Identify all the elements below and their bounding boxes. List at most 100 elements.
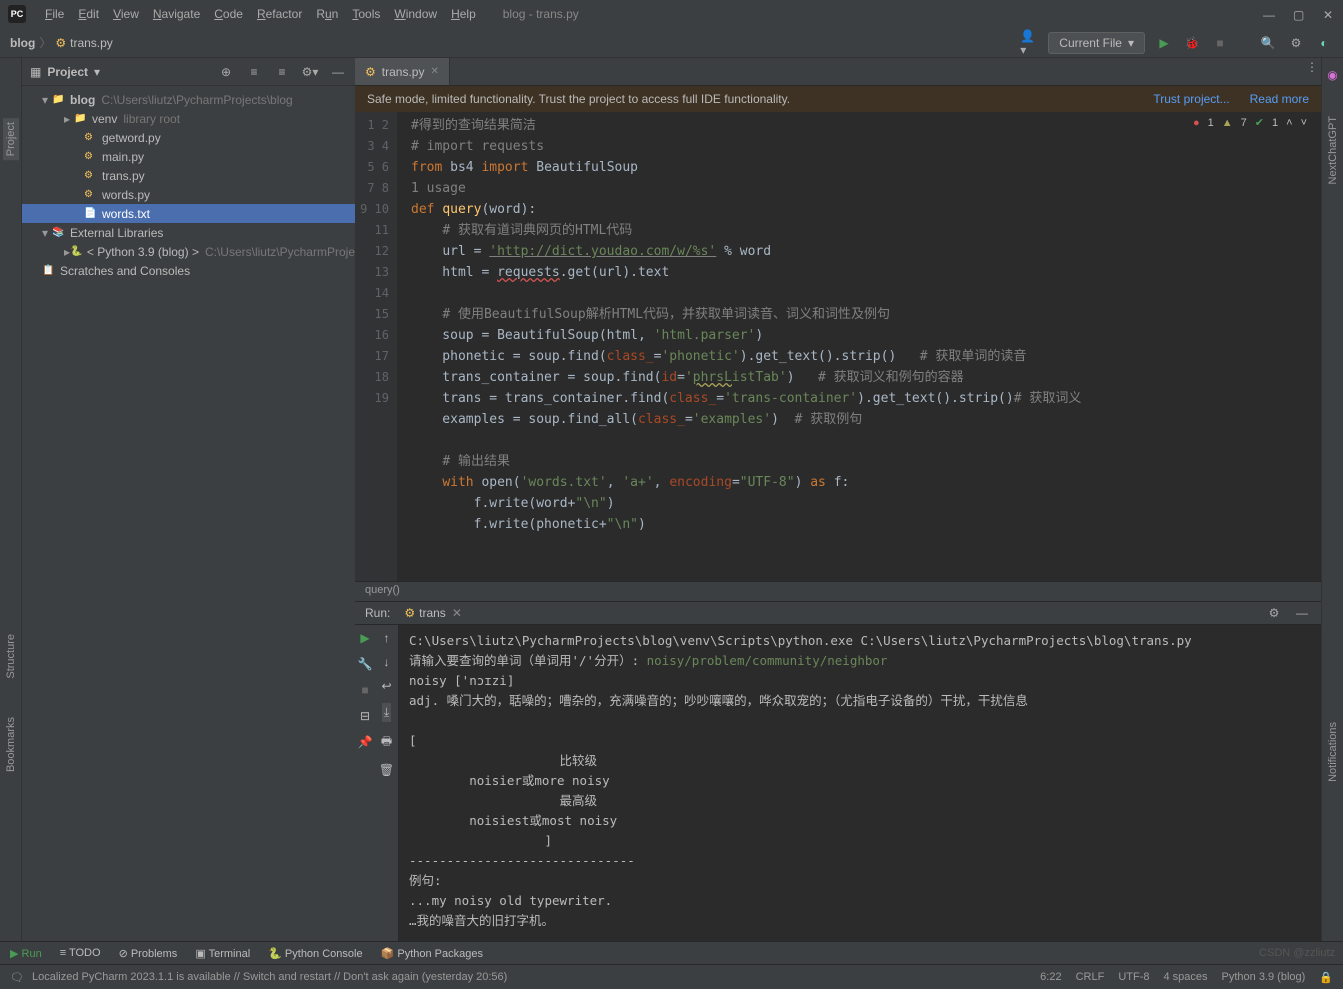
tree-file[interactable]: ⚙trans.py — [22, 166, 355, 185]
caret-position[interactable]: 6:22 — [1040, 971, 1061, 984]
indent-setting[interactable]: 4 spaces — [1163, 971, 1207, 984]
editor-area: ⚙ trans.py ✕ ⋮ Safe mode, limited functi… — [355, 58, 1321, 601]
down-icon[interactable]: ↓ — [384, 655, 390, 669]
editor-tab[interactable]: ⚙ trans.py ✕ — [355, 58, 450, 85]
code-with-me-icon[interactable]: ◐ — [1315, 34, 1333, 52]
layout-icon[interactable]: ⊟ — [360, 709, 370, 723]
pin-icon[interactable]: 📌 — [358, 735, 373, 749]
project-panel-header: ▦ Project ▾ ⊕ ≡ ≡ ⚙▾ — — [22, 58, 355, 86]
print-icon[interactable]: 🖶 — [381, 732, 392, 753]
tab-options-icon[interactable]: ⋮ — [1303, 58, 1321, 76]
rerun-button[interactable]: ▶ — [360, 631, 369, 645]
stop-icon[interactable]: ■ — [361, 683, 368, 697]
run-button[interactable]: ▶ — [1155, 34, 1173, 52]
chevron-down-icon: ▾ — [1128, 36, 1134, 50]
trust-project-link[interactable]: Trust project... — [1153, 92, 1229, 106]
close-tab-icon[interactable]: ✕ — [430, 66, 438, 77]
up-icon[interactable]: ↑ — [384, 631, 390, 645]
code-content[interactable]: #得到的查询结果简洁 # import requests from bs4 im… — [397, 112, 1321, 581]
inspections-widget[interactable]: ●1 ▲7 ✔1 ˄˅ — [1193, 116, 1307, 129]
chevron-down-icon[interactable]: ▾ — [94, 65, 100, 79]
expand-all-icon[interactable]: ≡ — [245, 63, 263, 81]
code-area[interactable]: ●1 ▲7 ✔1 ˄˅ 1 2 3 4 5 6 7 8 9 10 11 12 1… — [355, 112, 1321, 581]
menu-view[interactable]: View — [106, 7, 146, 21]
project-tree: ▾📁blogC:\Users\liutz\PycharmProjects\blo… — [22, 86, 355, 941]
terminal-tool-button[interactable]: ▣ Terminal — [195, 947, 250, 960]
menu-refactor[interactable]: Refactor — [250, 7, 309, 21]
run-settings-icon[interactable]: ⚙ — [1265, 604, 1283, 622]
tree-python-env[interactable]: ▸🐍< Python 3.9 (blog) >C:\Users\liutz\Py… — [22, 242, 355, 261]
left-tool-strip: Project Structure Bookmarks — [0, 58, 22, 941]
stop-button[interactable]: ■ — [1211, 34, 1229, 52]
trash-icon[interactable]: 🗑 — [379, 763, 394, 777]
minimize-button[interactable]: — — [1263, 8, 1275, 20]
maximize-button[interactable]: ▢ — [1293, 8, 1305, 20]
soft-wrap-icon[interactable]: ↩ — [381, 679, 391, 693]
tree-file-selected[interactable]: 📄words.txt — [22, 204, 355, 223]
python-file-icon: ⚙ — [55, 36, 66, 50]
tree-venv[interactable]: ▸📁venvlibrary root — [22, 109, 355, 128]
menu-edit[interactable]: Edit — [71, 7, 106, 21]
tree-external-libs[interactable]: ▾📚External Libraries — [22, 223, 355, 242]
sidebar-tab-project[interactable]: Project — [3, 118, 19, 160]
breadcrumb: blog 〉 ⚙ trans.py — [10, 34, 113, 51]
status-message[interactable]: Localized PyCharm 2023.1.1 is available … — [32, 971, 507, 983]
panel-settings-icon[interactable]: ⚙▾ — [301, 63, 319, 81]
tab-label: trans.py — [382, 65, 425, 79]
tree-root[interactable]: ▾📁blogC:\Users\liutz\PycharmProjects\blo… — [22, 90, 355, 109]
collapse-all-icon[interactable]: ≡ — [273, 63, 291, 81]
interpreter[interactable]: Python 3.9 (blog) — [1222, 971, 1306, 984]
problems-tool-button[interactable]: ⊘ Problems — [119, 947, 178, 960]
tree-file[interactable]: ⚙getword.py — [22, 128, 355, 147]
tree-scratches[interactable]: 📋Scratches and Consoles — [22, 261, 355, 280]
todo-tool-button[interactable]: ≡ TODO — [60, 947, 101, 959]
nextchat-icon[interactable]: ◉ — [1327, 68, 1337, 82]
chevron-up-icon[interactable]: ˄ — [1286, 117, 1292, 129]
wrench-icon[interactable]: 🔧 — [358, 657, 373, 671]
sidebar-tab-nextchat[interactable]: NextChatGPT — [1325, 112, 1341, 188]
debug-button[interactable]: 🐞 — [1183, 34, 1201, 52]
menu-code[interactable]: Code — [207, 7, 250, 21]
python-file-icon: ⚙ — [365, 65, 376, 79]
close-run-tab-icon[interactable]: ✕ — [452, 606, 462, 620]
run-tool-button[interactable]: ▶ Run — [10, 947, 42, 960]
menu-window[interactable]: Window — [387, 7, 444, 21]
sidebar-tab-structure[interactable]: Structure — [3, 630, 19, 683]
ok-icon: ✔ — [1255, 116, 1264, 129]
run-panel: Run: ⚙ trans ✕ ⚙ — ▶ 🔧 ■ ⊟ 📌 ↑ — [355, 601, 1321, 941]
breadcrumb-file[interactable]: trans.py — [70, 36, 113, 50]
tree-file[interactable]: ⚙words.py — [22, 185, 355, 204]
python-packages-tool-button[interactable]: 📦 Python Packages — [381, 947, 483, 960]
run-tab-label[interactable]: trans — [419, 606, 446, 620]
bottom-tool-strip: ▶ Run ≡ TODO ⊘ Problems ▣ Terminal 🐍 Pyt… — [0, 941, 1343, 965]
user-icon[interactable]: 👤▾ — [1020, 34, 1038, 52]
file-encoding[interactable]: UTF-8 — [1118, 971, 1149, 984]
tree-file[interactable]: ⚙main.py — [22, 147, 355, 166]
settings-icon[interactable]: ⚙ — [1287, 34, 1305, 52]
menu-navigate[interactable]: Navigate — [146, 7, 207, 21]
scroll-to-end-icon[interactable]: ⤓ — [382, 703, 391, 722]
sidebar-tab-bookmarks[interactable]: Bookmarks — [3, 713, 19, 776]
menu-file[interactable]: File — [38, 7, 71, 21]
close-window-button[interactable]: ✕ — [1323, 8, 1335, 20]
lock-icon[interactable]: 🔒 — [1319, 971, 1333, 984]
python-console-tool-button[interactable]: 🐍 Python Console — [268, 947, 362, 960]
search-icon[interactable]: 🔍 — [1259, 34, 1277, 52]
read-more-link[interactable]: Read more — [1250, 92, 1309, 106]
line-separator[interactable]: CRLF — [1076, 971, 1105, 984]
menu-help[interactable]: Help — [444, 7, 483, 21]
hide-run-icon[interactable]: — — [1293, 604, 1311, 622]
breadcrumb-root[interactable]: blog — [10, 36, 35, 50]
locate-icon[interactable]: ⊕ — [217, 63, 235, 81]
notification-icon[interactable]: 🗨 — [10, 971, 24, 984]
hide-panel-icon[interactable]: — — [329, 63, 347, 81]
run-output[interactable]: C:\Users\liutz\PycharmProjects\blog\venv… — [399, 625, 1321, 941]
sidebar-tab-notifications[interactable]: Notifications — [1325, 718, 1341, 786]
right-tool-strip: ◉ NextChatGPT Notifications — [1321, 58, 1343, 941]
editor-breadcrumb[interactable]: query() — [355, 581, 1321, 601]
menu-run[interactable]: Run — [309, 7, 345, 21]
menu-tools[interactable]: Tools — [345, 7, 387, 21]
chevron-down-icon[interactable]: ˅ — [1301, 117, 1307, 129]
project-panel: ▦ Project ▾ ⊕ ≡ ≡ ⚙▾ — ▾📁blogC:\Users\li… — [22, 58, 355, 941]
run-config-selector[interactable]: Current File ▾ — [1048, 32, 1145, 54]
